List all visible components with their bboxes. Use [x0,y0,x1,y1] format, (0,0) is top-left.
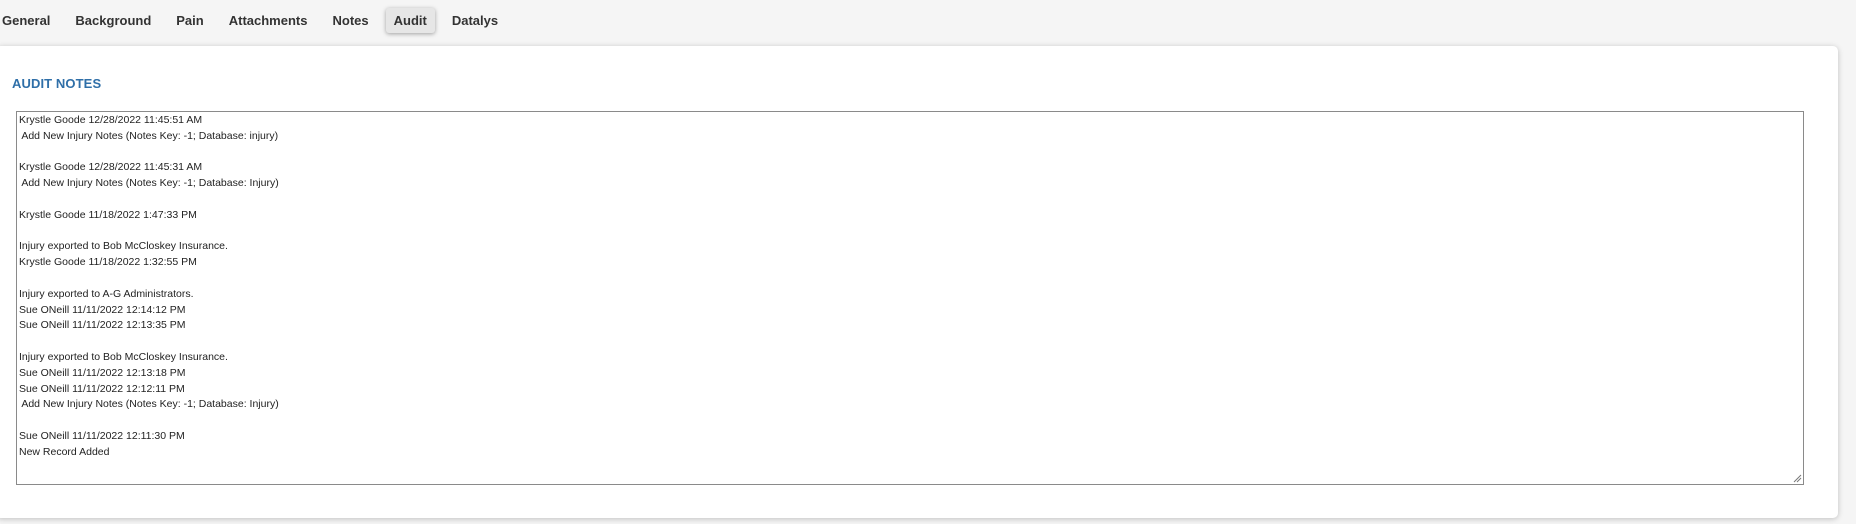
tab-attachments[interactable]: Attachments [221,8,316,33]
note-line: Krystle Goode 12/28/2022 11:45:51 AM [19,114,203,126]
note-line [19,192,1801,208]
note-line: Sue ONeill 11/11/2022 12:12:11 PM [19,382,185,395]
note-line: New Record Added [19,445,110,458]
note-line: Sue ONeill 11/11/2022 12:11:30 PM [19,429,185,442]
tab-general[interactable]: General [0,8,58,33]
section-title: AUDIT NOTES [12,76,102,91]
note-line [19,413,1801,429]
tab-pain[interactable]: Pain [168,8,211,33]
note-line: Add New Injury Notes (Notes Key: -1; Dat… [19,129,279,142]
tab-audit[interactable]: Audit [385,7,435,33]
note-line: Add New Injury Notes (Notes Key: -1; Dat… [19,177,279,190]
note-line: Sue ONeill 11/11/2022 12:13:35 PM [19,319,186,332]
audit-panel: AUDIT NOTES Krystle Goode 12/28/2022 11:… [0,46,1838,518]
note-line: Injury exported to A-G Administrators. [19,287,194,300]
note-line [19,224,1801,240]
tab-datalys[interactable]: Datalys [444,8,506,33]
note-line: Injury exported to Bob McCloskey Insuran… [19,240,228,253]
tab-notes[interactable]: Notes [324,8,376,33]
note-line: Krystle Goode 12/28/2022 11:45:31 AM [19,161,203,174]
tab-background[interactable]: Background [67,8,159,33]
note-line: Sue ONeill 11/11/2022 12:13:18 PM [19,366,186,379]
tab-bar: General Background Pain Attachments Note… [0,0,515,40]
note-line [19,334,1801,350]
note-line: Add New Injury Notes (Notes Key: -1; Dat… [19,398,279,411]
audit-notes-textarea[interactable]: Krystle Goode 12/28/2022 11:45:51 AM Add… [16,111,1804,485]
note-line: Sue ONeill 11/11/2022 12:14:12 PM [19,303,186,316]
note-line [19,271,1801,287]
note-line [19,145,1801,161]
resize-grip-icon[interactable] [1792,473,1802,483]
note-line: Injury exported to Bob McCloskey Insuran… [19,350,228,363]
note-line: Krystle Goode 11/18/2022 1:47:33 PM [19,208,197,221]
note-line: Krystle Goode 11/18/2022 1:32:55 PM [19,256,197,269]
